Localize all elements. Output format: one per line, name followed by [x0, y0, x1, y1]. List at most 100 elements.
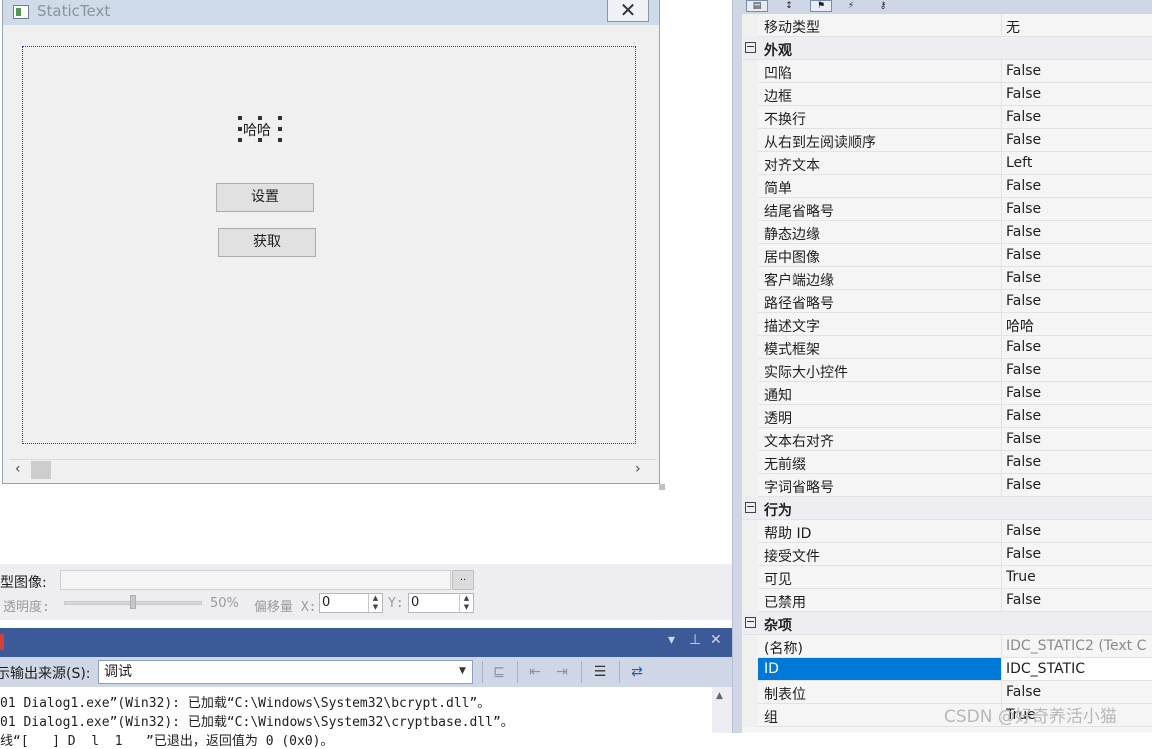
property-row[interactable]: 接受文件 False [742, 543, 1152, 566]
property-value[interactable]: False [1006, 454, 1152, 470]
property-value[interactable]: False [1006, 385, 1152, 401]
find-message-icon[interactable]: ⊑ [488, 662, 510, 682]
property-row[interactable]: 结尾省略号 False [742, 198, 1152, 221]
chevron-down-icon[interactable]: ▼ [459, 666, 466, 676]
property-value[interactable]: False [1006, 63, 1152, 79]
get-button[interactable]: 获取 [218, 228, 316, 257]
resize-handle[interactable] [278, 116, 282, 120]
spin-arrows-icon[interactable]: ▲ ▼ [459, 594, 473, 612]
property-value[interactable]: False [1006, 132, 1152, 148]
dialog-resize-grip[interactable] [659, 484, 665, 490]
property-value[interactable]: IDC_STATIC2 (Text C [1006, 638, 1152, 654]
property-value[interactable]: False [1006, 431, 1152, 447]
property-row[interactable]: 从右到左阅读顺序 False [742, 129, 1152, 152]
resize-handle[interactable] [238, 138, 242, 142]
property-row[interactable]: 凹陷 False [742, 60, 1152, 83]
offset-x-spinner[interactable]: 0 ▲ ▼ [319, 593, 383, 613]
property-row-gutter [742, 313, 758, 336]
property-value[interactable]: False [1006, 339, 1152, 355]
resize-handle[interactable] [238, 127, 242, 131]
categorized-icon[interactable]: ▤ [746, 0, 768, 12]
property-value[interactable]: False [1006, 523, 1152, 539]
spin-arrows-icon[interactable]: ▲ ▼ [368, 594, 382, 612]
property-row[interactable]: 字词省略号 False [742, 474, 1152, 497]
scroll-thumb[interactable] [31, 461, 51, 479]
property-row[interactable]: 模式框架 False [742, 336, 1152, 359]
resize-handle[interactable] [278, 127, 282, 131]
property-value[interactable]: True [1006, 569, 1152, 585]
property-row[interactable]: 移动类型 无 [742, 14, 1152, 37]
opacity-slider-thumb[interactable] [130, 595, 136, 609]
scroll-up-icon[interactable]: ▲ [716, 691, 723, 701]
scroll-right-icon[interactable]: › [635, 461, 641, 477]
property-value[interactable]: False [1006, 201, 1152, 217]
property-value[interactable]: False [1006, 293, 1152, 309]
image-path-input[interactable] [60, 570, 451, 590]
property-row[interactable]: 不换行 False [742, 106, 1152, 129]
property-value[interactable]: False [1006, 247, 1152, 263]
property-row[interactable]: 可见 True [742, 566, 1152, 589]
property-value[interactable]: False [1006, 408, 1152, 424]
property-value[interactable]: False [1006, 270, 1152, 286]
property-value[interactable]: False [1006, 224, 1152, 240]
property-row[interactable]: 实际大小控件 False [742, 359, 1152, 382]
output-source-select[interactable]: 调试 [98, 660, 473, 684]
collapse-icon[interactable]: − [745, 41, 756, 53]
scroll-left-icon[interactable]: ‹ [15, 461, 21, 477]
collapse-icon[interactable]: − [745, 616, 756, 628]
property-row[interactable]: (名称) IDC_STATIC2 (Text C [742, 635, 1152, 658]
close-icon[interactable]: ✕ [607, 0, 649, 22]
collapse-icon[interactable]: − [745, 501, 756, 513]
property-row[interactable]: 无前缀 False [742, 451, 1152, 474]
previous-message-icon[interactable]: ⇤ [524, 662, 546, 682]
offset-y-spinner[interactable]: 0 ▲ ▼ [408, 593, 474, 613]
property-category[interactable]: − 外观 [742, 37, 1152, 60]
panel-splitter[interactable] [732, 0, 742, 733]
property-row[interactable]: 文本右对齐 False [742, 428, 1152, 451]
property-row[interactable]: 简单 False [742, 175, 1152, 198]
property-row[interactable]: 描述文字 哈哈 [742, 313, 1152, 336]
property-value[interactable]: False [1006, 684, 1152, 700]
property-value[interactable]: False [1006, 477, 1152, 493]
property-row[interactable]: 已禁用 False [742, 589, 1152, 612]
property-value[interactable]: False [1006, 109, 1152, 125]
property-row[interactable]: 帮助 ID False [742, 520, 1152, 543]
pin-icon[interactable]: ⊥ [689, 632, 701, 648]
property-row[interactable]: 制表位 False [742, 681, 1152, 704]
property-row[interactable]: ID IDC_STATIC [742, 658, 1152, 681]
property-row[interactable]: 居中图像 False [742, 244, 1152, 267]
property-pages-icon[interactable]: ⚷ [872, 0, 894, 12]
property-value[interactable]: 哈哈 [1006, 316, 1152, 336]
property-value[interactable]: False [1006, 546, 1152, 562]
property-row[interactable]: 透明 False [742, 405, 1152, 428]
property-value[interactable]: False [1006, 362, 1152, 378]
property-value[interactable]: False [1006, 178, 1152, 194]
property-row[interactable]: 通知 False [742, 382, 1152, 405]
word-wrap-icon[interactable]: ⇄ [626, 662, 648, 682]
property-category[interactable]: − 杂项 [742, 612, 1152, 635]
property-value[interactable]: Left [1006, 155, 1152, 171]
property-category[interactable]: − 行为 [742, 497, 1152, 520]
next-message-icon[interactable]: ⇥ [551, 662, 573, 682]
static-text-control[interactable]: 哈哈 [243, 120, 271, 140]
property-row[interactable]: 对齐文本 Left [742, 152, 1152, 175]
alphabetical-icon[interactable]: ↕ [778, 0, 800, 12]
property-value[interactable]: IDC_STATIC [1002, 658, 1152, 680]
browse-button[interactable]: .. [452, 570, 474, 590]
property-value[interactable]: False [1006, 86, 1152, 102]
close-panel-icon[interactable]: ✕ [710, 632, 722, 648]
property-value[interactable]: 无 [1006, 17, 1152, 37]
resize-handle[interactable] [278, 138, 282, 142]
property-value[interactable]: False [1006, 592, 1152, 608]
property-row[interactable]: 边框 False [742, 83, 1152, 106]
properties-icon[interactable]: ⚑ [810, 0, 832, 12]
set-button[interactable]: 设置 [216, 183, 314, 212]
events-icon[interactable]: ⚡ [840, 0, 862, 12]
horizontal-scrollbar[interactable]: ‹ › [9, 459, 657, 481]
dropdown-icon[interactable]: ▾ [668, 632, 675, 648]
property-row[interactable]: 路径省略号 False [742, 290, 1152, 313]
property-row[interactable]: 静态边缘 False [742, 221, 1152, 244]
resize-handle[interactable] [238, 116, 242, 120]
property-row[interactable]: 客户端边缘 False [742, 267, 1152, 290]
clear-all-icon[interactable]: ☰ [589, 662, 611, 682]
